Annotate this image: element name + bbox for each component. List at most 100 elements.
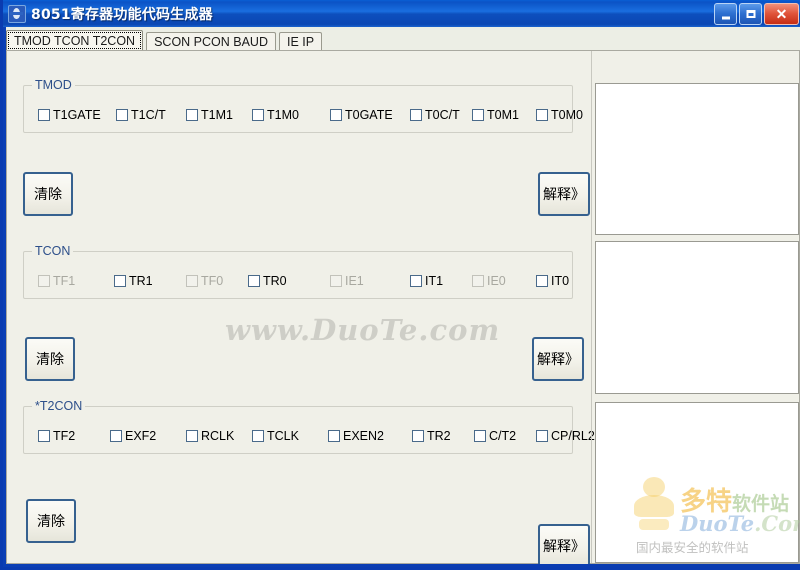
checkbox-ie1: IE1	[330, 274, 364, 288]
checkbox-exen2[interactable]: EXEN2	[328, 429, 384, 443]
checkbox-box-icon[interactable]	[474, 430, 486, 442]
group-t2con: *T2CON TF2 EXF2 RCLK TCLK EXEN2 TR2 C/T2…	[23, 399, 595, 454]
group-tmod-legend: TMOD	[32, 78, 75, 92]
checkbox-label: TCLK	[267, 429, 299, 443]
explain-button-tmod[interactable]: 解释》	[538, 172, 590, 216]
checkbox-tf2[interactable]: TF2	[38, 429, 75, 443]
checkbox-label: T0C/T	[425, 108, 460, 122]
close-button[interactable]: ✕	[764, 3, 799, 25]
checkbox-box-icon[interactable]	[410, 109, 422, 121]
checkbox-box-icon[interactable]	[330, 109, 342, 121]
checkbox-label: T0M0	[551, 108, 583, 122]
checkbox-ie0: IE0	[472, 274, 506, 288]
tcon-checkbox-row: TF1 TR1 TF0 TR0 IE1 IT1 IE0 IT0	[24, 274, 572, 296]
checkbox-label: IT1	[425, 274, 444, 288]
tmod-checkbox-row: T1GATE T1C/T T1M1 T1M0 T0GATE T0C/T T0M1…	[24, 108, 583, 130]
checkbox-box-icon[interactable]	[412, 430, 424, 442]
checkbox-box-icon[interactable]	[38, 430, 50, 442]
tab-strip: TMOD TCON T2CON SCON PCON BAUD IE IP	[6, 29, 325, 51]
checkbox-label: TF2	[53, 429, 76, 443]
checkbox-box-icon[interactable]	[536, 109, 548, 121]
clear-button-tcon[interactable]: 清除	[25, 337, 75, 381]
output-panel-tcon[interactable]	[595, 241, 799, 394]
checkbox-box-icon[interactable]	[252, 109, 264, 121]
checkbox-label: T1C/T	[131, 108, 166, 122]
checkbox-box-icon[interactable]	[186, 109, 198, 121]
checkbox-box-icon[interactable]	[38, 109, 50, 121]
tab-tmod-tcon-t2con[interactable]: TMOD TCON T2CON	[6, 30, 144, 51]
checkbox-label: TF0	[201, 274, 224, 288]
client-area: TMOD TCON T2CON SCON PCON BAUD IE IP TMO…	[6, 27, 800, 564]
checkbox-box-icon[interactable]	[252, 430, 264, 442]
checkbox-label: IE0	[487, 274, 506, 288]
tab-scon-pcon-baud[interactable]: SCON PCON BAUD	[146, 32, 276, 51]
checkbox-label: T1M0	[267, 108, 299, 122]
right-column	[592, 51, 799, 563]
checkbox-box-icon[interactable]	[536, 430, 548, 442]
checkbox-label: IE1	[345, 274, 364, 288]
window-title: 8051寄存器功能代码生成器	[31, 6, 213, 23]
checkbox-label: TF1	[53, 274, 76, 288]
checkbox-label: TR1	[129, 274, 153, 288]
left-column: TMOD T1GATE T1C/T T1M1 T1M0 T0GATE T0C/T…	[7, 51, 595, 564]
group-tmod: TMOD T1GATE T1C/T T1M1 T1M0 T0GATE T0C/T…	[23, 78, 583, 133]
maximize-button[interactable]	[739, 3, 762, 25]
checkbox-rclk[interactable]: RCLK	[186, 429, 234, 443]
checkbox-t1gate[interactable]: T1GATE	[38, 108, 101, 122]
checkbox-t1m1[interactable]: T1M1	[186, 108, 233, 122]
clear-button-t2con[interactable]: 清除	[26, 499, 76, 543]
group-tcon: TCON TF1 TR1 TF0 TR0 IE1 IT1 IE0 IT0	[23, 244, 573, 299]
checkbox-box-icon	[472, 275, 484, 287]
checkbox-box-icon[interactable]	[186, 430, 198, 442]
checkbox-label: TR0	[263, 274, 287, 288]
output-panel-tmod[interactable]	[595, 83, 799, 235]
checkbox-t1ct[interactable]: T1C/T	[116, 108, 166, 122]
checkbox-cprl2[interactable]: CP/RL2	[536, 429, 595, 443]
checkbox-tr2[interactable]: TR2	[412, 429, 451, 443]
checkbox-label: T1M1	[201, 108, 233, 122]
checkbox-box-icon[interactable]	[110, 430, 122, 442]
checkbox-box-icon[interactable]	[472, 109, 484, 121]
checkbox-t1m0[interactable]: T1M0	[252, 108, 299, 122]
checkbox-it0[interactable]: IT0	[536, 274, 569, 288]
app-window: 8051寄存器功能代码生成器 ✕ TMOD TCON T2CON SCON PC…	[0, 0, 800, 570]
checkbox-box-icon	[330, 275, 342, 287]
minimize-button[interactable]	[714, 3, 737, 25]
checkbox-label: RCLK	[201, 429, 235, 443]
explain-button-t2con[interactable]: 解释》	[538, 524, 590, 564]
checkbox-box-icon[interactable]	[410, 275, 422, 287]
checkbox-exf2[interactable]: EXF2	[110, 429, 156, 443]
t2con-checkbox-row: TF2 EXF2 RCLK TCLK EXEN2 TR2 C/T2 CP/RL2	[24, 429, 595, 451]
window-controls: ✕	[714, 3, 799, 25]
checkbox-box-icon[interactable]	[114, 275, 126, 287]
checkbox-t0m1[interactable]: T0M1	[472, 108, 519, 122]
tab-ie-ip[interactable]: IE IP	[278, 32, 323, 51]
checkbox-label: T1GATE	[53, 108, 101, 122]
checkbox-box-icon[interactable]	[328, 430, 340, 442]
checkbox-label: T0M1	[487, 108, 519, 122]
checkbox-box-icon[interactable]	[116, 109, 128, 121]
checkbox-t0m0[interactable]: T0M0	[536, 108, 583, 122]
checkbox-tr0[interactable]: TR0	[248, 274, 287, 288]
explain-button-tcon[interactable]: 解释》	[532, 337, 584, 381]
group-t2con-legend: *T2CON	[32, 399, 86, 413]
checkbox-label: EXF2	[125, 429, 157, 443]
checkbox-box-icon[interactable]	[536, 275, 548, 287]
checkbox-label: T0GATE	[345, 108, 392, 122]
output-panel-t2con[interactable]	[595, 402, 799, 563]
close-icon: ✕	[775, 6, 788, 22]
checkbox-label: EXEN2	[343, 429, 384, 443]
checkbox-it1[interactable]: IT1	[410, 274, 443, 288]
clear-button-tmod[interactable]: 清除	[23, 172, 73, 216]
checkbox-ct2[interactable]: C/T2	[474, 429, 516, 443]
checkbox-tclk[interactable]: TCLK	[252, 429, 299, 443]
tab-page-tmod-tcon-t2con: TMOD T1GATE T1C/T T1M1 T1M0 T0GATE T0C/T…	[6, 50, 800, 564]
checkbox-tf1: TF1	[38, 274, 75, 288]
checkbox-box-icon	[186, 275, 198, 287]
app-icon	[8, 4, 26, 23]
checkbox-t0ct[interactable]: T0C/T	[410, 108, 460, 122]
checkbox-box-icon[interactable]	[248, 275, 260, 287]
checkbox-tr1[interactable]: TR1	[114, 274, 153, 288]
checkbox-t0gate[interactable]: T0GATE	[330, 108, 392, 122]
checkbox-label: CP/RL2	[551, 429, 595, 443]
